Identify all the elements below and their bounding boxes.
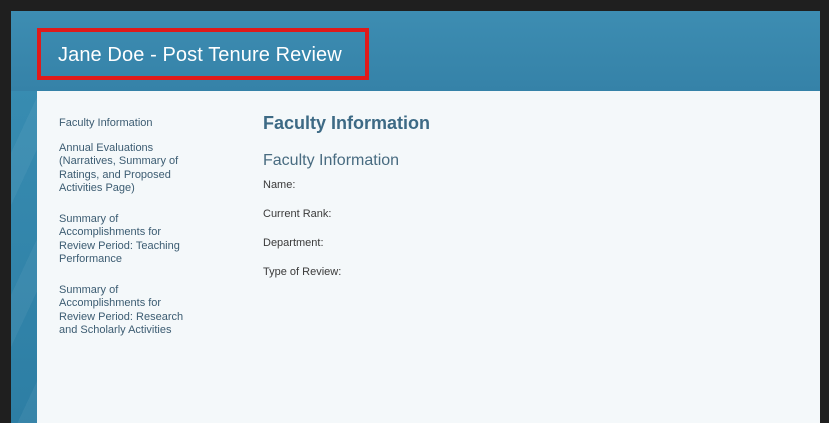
page-title: Jane Doe - Post Tenure Review: [58, 44, 342, 66]
field-department-label: Department:: [263, 237, 324, 249]
screenshot-frame: Jane Doe - Post Tenure Review Faculty In…: [0, 0, 829, 423]
main-heading: Faculty Information: [263, 113, 431, 133]
sidebar-item-annual-evaluations[interactable]: Annual Evaluations (Narratives, Summary …: [59, 142, 194, 196]
content-panel: Faculty Information Annual Evaluations (…: [37, 91, 820, 423]
app-window: Jane Doe - Post Tenure Review Faculty In…: [11, 11, 820, 423]
sidebar-nav: Faculty Information Annual Evaluations (…: [59, 117, 194, 355]
page-header: Jane Doe - Post Tenure Review: [11, 11, 820, 91]
field-current-rank-label: Current Rank:: [263, 208, 332, 220]
field-type-of-review-label: Type of Review:: [263, 266, 342, 278]
sidebar-item-teaching-performance[interactable]: Summary of Accomplishments for Review Pe…: [59, 213, 194, 267]
sidebar-item-research-scholarly[interactable]: Summary of Accomplishments for Review Pe…: [59, 284, 194, 338]
sidebar-item-faculty-information[interactable]: Faculty Information: [59, 117, 194, 131]
section-title: Faculty Information: [263, 152, 400, 169]
field-name-label: Name:: [263, 179, 296, 191]
